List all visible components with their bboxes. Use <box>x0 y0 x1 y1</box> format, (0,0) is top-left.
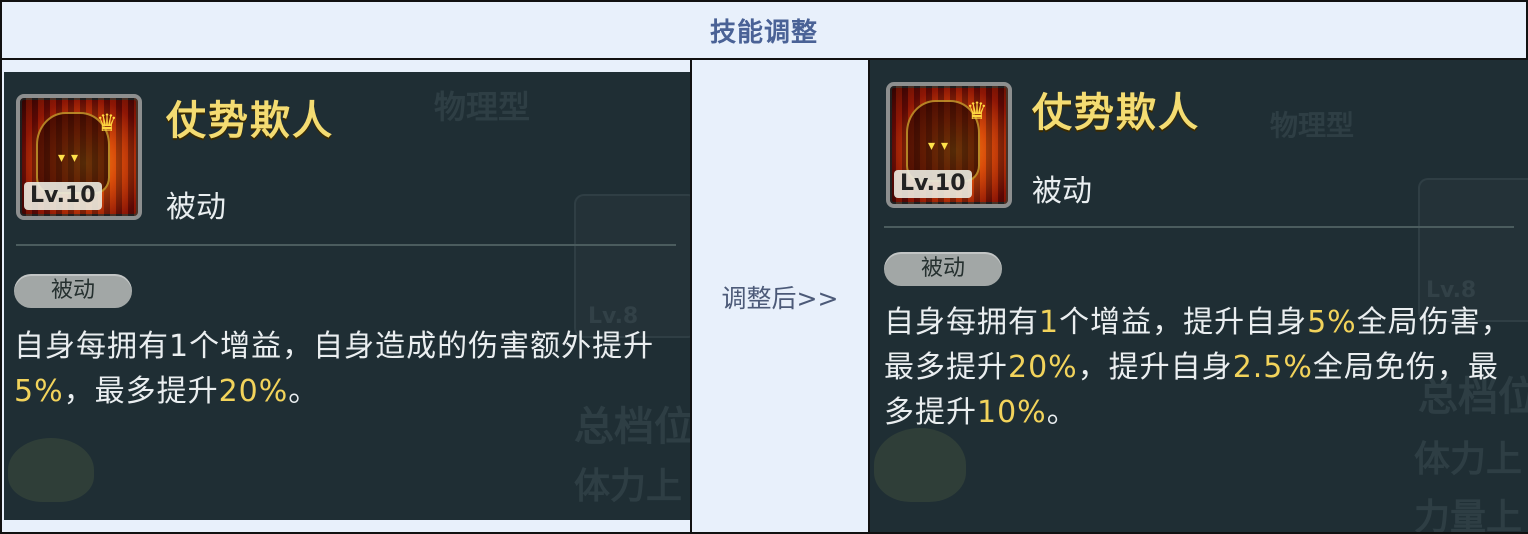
skill-description: 自身每拥有1个增益，自身造成的伤害额外提升 5%，最多提升20%。 <box>14 324 674 414</box>
separator-line <box>16 244 676 246</box>
desc-highlight-value: 5% <box>14 374 64 409</box>
desc-highlight-value: 1 <box>1039 305 1060 340</box>
table-header: 技能调整 <box>2 2 1526 60</box>
skill-adjust-table: 技能调整 物理型 Lv.8 总档位 体力上 ♛ ▾▾ Lv.10 仗势欺人 被动… <box>0 0 1528 534</box>
passive-badge: 被动 <box>14 274 132 308</box>
skill-icon-eyes: ▾▾ <box>928 138 955 154</box>
skill-type: 被动 <box>1032 174 1092 209</box>
crown-icon: ♛ <box>96 109 118 137</box>
bg-helmet-decoration <box>874 428 966 502</box>
desc-text: 。 <box>288 374 320 409</box>
desc-text: ，最多提升 <box>63 374 219 409</box>
skill-type: 被动 <box>166 190 226 225</box>
skill-icon-eyes: ▾▾ <box>58 150 85 166</box>
desc-highlight-value: 10% <box>977 395 1047 430</box>
skill-icon: ♛ ▾▾ Lv.10 <box>886 82 1012 208</box>
bg-ghost-label: 力量上 <box>1414 497 1523 532</box>
skill-icon: ♛ ▾▾ Lv.10 <box>16 94 142 220</box>
crown-icon: ♛ <box>966 97 988 125</box>
skill-level-label: Lv.10 <box>894 170 972 198</box>
desc-text: 个增益，提升自身 <box>1059 305 1308 340</box>
desc-highlight-value: 20% <box>218 374 289 409</box>
separator-line <box>884 226 1514 228</box>
desc-text: ，提升自身 <box>1077 350 1233 385</box>
desc-text: 自身每拥有1个增益，自身造成的伤害 <box>14 329 531 364</box>
desc-highlight-value: 2.5% <box>1232 350 1313 385</box>
bg-ghost-label: 体力上 <box>1414 439 1523 480</box>
bg-ghost-label: 物理型 <box>1270 109 1355 142</box>
skill-name: 仗势欺人 <box>166 98 334 144</box>
bg-helmet-decoration <box>8 438 94 502</box>
skill-name: 仗势欺人 <box>1032 90 1200 136</box>
desc-text: 额外提升 <box>530 329 655 364</box>
desc-text: 全 <box>1312 350 1344 385</box>
after-arrow-label: 调整后>> <box>721 284 839 313</box>
passive-badge: 被动 <box>884 252 1002 286</box>
header-title: 技能调整 <box>709 17 818 48</box>
after-arrow-label-cell: 调整后>> <box>692 60 868 534</box>
before-skill-panel: 物理型 Lv.8 总档位 体力上 ♛ ▾▾ Lv.10 仗势欺人 被动 被动 自… <box>4 72 690 520</box>
skill-level-label: Lv.10 <box>24 182 102 210</box>
bg-ghost-label: 体力上 <box>574 466 683 507</box>
desc-highlight-value: 5% <box>1307 305 1357 340</box>
desc-text: 全局 <box>1356 305 1419 340</box>
bg-ghost-label: 物理型 <box>434 88 531 126</box>
after-skill-panel: 物理型 Lv.8 总档位 体力上 力量上 ♛ ▾▾ Lv.10 仗势欺人 被动 … <box>870 60 1528 532</box>
desc-text: 自身每拥有 <box>884 305 1039 340</box>
desc-text: 。 <box>1046 395 1078 430</box>
skill-description: 自身每拥有1个增益，提升自身5%全局伤害，最多提升20%，提升自身2.5%全局免… <box>884 300 1514 435</box>
desc-highlight-value: 20% <box>1008 350 1078 385</box>
